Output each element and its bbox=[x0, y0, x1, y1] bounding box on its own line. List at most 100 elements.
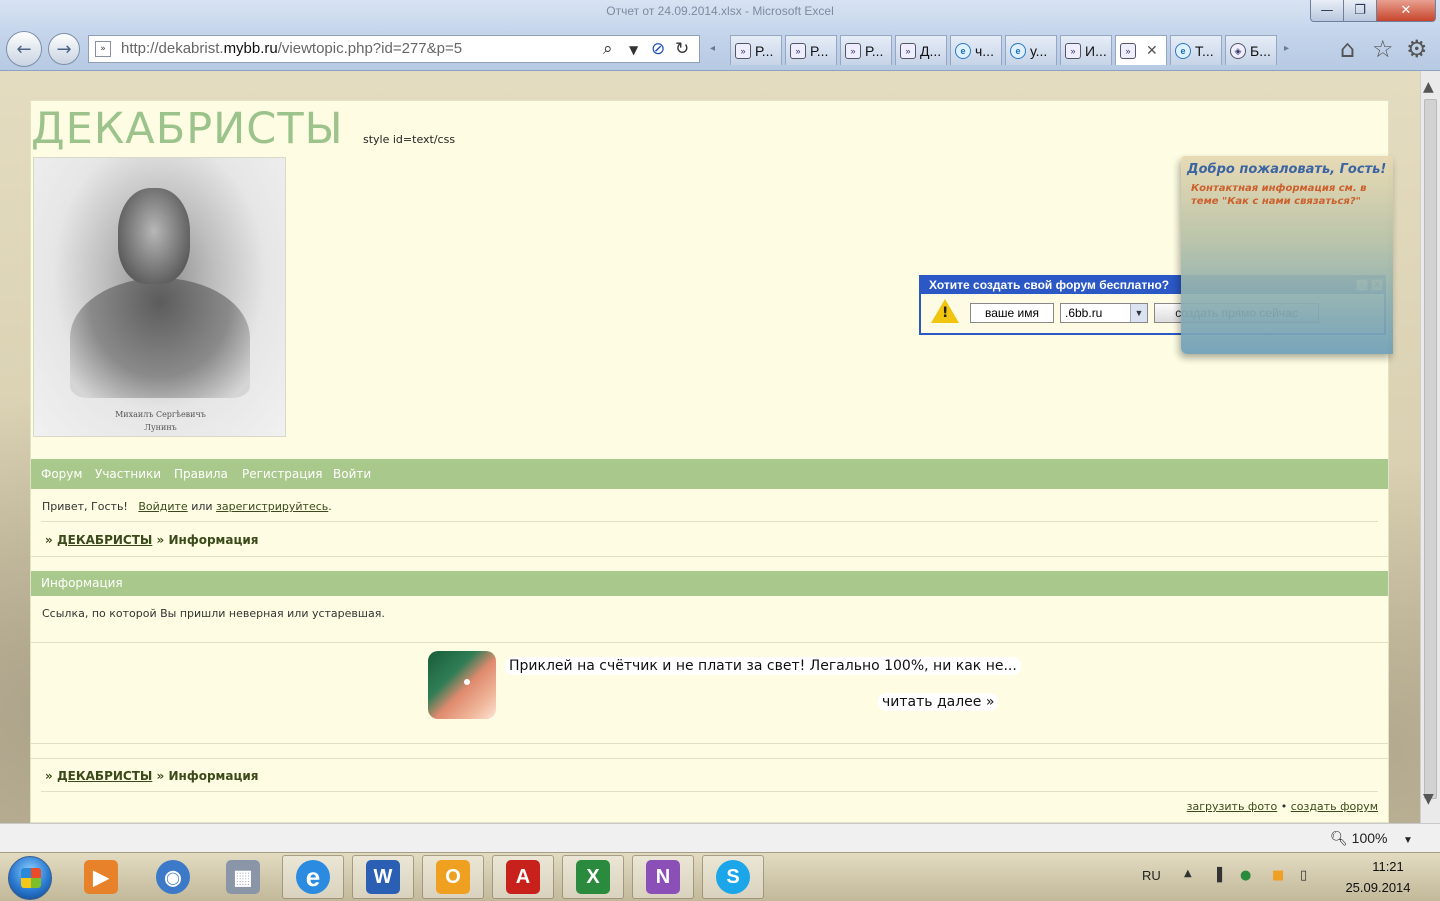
dropdown-arrow-icon[interactable]: ▼ bbox=[629, 43, 638, 57]
nav-members[interactable]: Участники bbox=[95, 467, 161, 481]
url-path: /viewtopic.php?id=277&p=5 bbox=[277, 40, 463, 57]
stop-icon[interactable]: ⊘ bbox=[651, 39, 665, 59]
minimize-button[interactable]: — bbox=[1310, 0, 1344, 22]
excel-icon: X bbox=[576, 860, 610, 894]
nav-login[interactable]: Войти bbox=[333, 467, 371, 481]
taskbar-onenote[interactable]: N bbox=[632, 855, 694, 899]
refresh-icon[interactable]: ↻ bbox=[675, 39, 689, 59]
tab-3[interactable]: » Р... bbox=[840, 35, 892, 65]
crumb-current: Информация bbox=[168, 769, 259, 783]
address-bar[interactable]: » http://dekabrist.mybb.ru/viewtopic.php… bbox=[88, 35, 700, 63]
home-icon[interactable]: ⌂ bbox=[1340, 35, 1355, 63]
scroll-up-icon[interactable]: ▲ bbox=[1423, 79, 1434, 95]
nav-forum[interactable]: Форум bbox=[41, 467, 82, 481]
close-button[interactable]: ✕ bbox=[1376, 0, 1436, 22]
crumb-separator: » bbox=[156, 769, 165, 783]
welcome-title: Добро пожаловать, Гость! bbox=[1187, 162, 1387, 177]
taskbar-media-player[interactable]: ▶ bbox=[70, 855, 132, 899]
upload-photo-link[interactable]: загрузить фото bbox=[1187, 800, 1278, 813]
domain-value: .6bb.ru bbox=[1065, 306, 1103, 320]
tab-4[interactable]: » Д... bbox=[895, 35, 947, 65]
clock-time[interactable]: 11:21 bbox=[1358, 859, 1418, 874]
mybb-icon: » bbox=[845, 42, 861, 59]
show-hidden-icons-icon[interactable]: ▲ bbox=[1184, 868, 1192, 879]
footer-bullet: • bbox=[1280, 800, 1288, 813]
forum-name-input[interactable] bbox=[970, 303, 1054, 323]
zoom-dropdown-icon[interactable]: ▼ bbox=[1403, 835, 1413, 846]
back-button[interactable]: ← bbox=[6, 31, 42, 67]
address-text[interactable]: http://dekabrist.mybb.ru/viewtopic.php?i… bbox=[121, 40, 462, 57]
tab-close-icon[interactable]: ✕ bbox=[1146, 42, 1158, 59]
taskbar-internet-explorer[interactable]: e bbox=[282, 855, 344, 899]
tab-10[interactable]: ◈ Б... bbox=[1225, 35, 1277, 65]
ad-read-more-link[interactable]: читать далее » bbox=[878, 693, 999, 711]
ie-icon: e bbox=[296, 860, 330, 894]
network-signal-icon[interactable]: ▐ bbox=[1212, 868, 1222, 883]
tab-strip: ◂ » Р... » Р... » Р... » Д... e ч... e у... » И… bbox=[710, 35, 1302, 65]
skype-icon: S bbox=[716, 860, 750, 894]
scroll-thumb[interactable] bbox=[1424, 99, 1437, 799]
url-domain: mybb.ru bbox=[223, 40, 278, 57]
taskbar-word[interactable]: W bbox=[352, 855, 414, 899]
tab-1[interactable]: » Р... bbox=[730, 35, 782, 65]
tab-6[interactable]: e у... bbox=[1005, 35, 1057, 65]
start-button[interactable] bbox=[8, 856, 52, 900]
register-link[interactable]: зарегистрируйтесь bbox=[216, 500, 328, 513]
chevron-down-icon[interactable]: ▼ bbox=[1130, 304, 1147, 322]
clock-date[interactable]: 25.09.2014 bbox=[1340, 880, 1416, 895]
nav-rules[interactable]: Правила bbox=[174, 467, 228, 481]
zoom-control[interactable]: 🔍︎ 100% ▼ bbox=[1330, 830, 1413, 847]
acrobat-icon: A bbox=[506, 860, 540, 894]
search-icon[interactable]: ⌕ bbox=[603, 39, 613, 59]
portrait-caption-line2: Лунинъ bbox=[144, 423, 177, 432]
mybb-icon: » bbox=[735, 42, 751, 59]
taskbar-calculator[interactable]: ▦ bbox=[212, 855, 274, 899]
forward-button[interactable]: → bbox=[48, 33, 80, 65]
tab-scroll-left-icon[interactable]: ◂ bbox=[710, 43, 715, 54]
taskbar-skype[interactable]: S bbox=[702, 855, 764, 899]
tab-5[interactable]: e ч... bbox=[950, 35, 1002, 65]
word-icon: W bbox=[366, 860, 400, 894]
taskbar-media-center[interactable]: ◉ bbox=[142, 855, 204, 899]
device-icon[interactable]: ▯ bbox=[1300, 868, 1307, 883]
crumb-root-link[interactable]: ДЕКАБРИСТЫ bbox=[57, 533, 152, 547]
crumb-separator: » bbox=[45, 533, 53, 547]
media-player-icon: ▶ bbox=[84, 860, 118, 894]
or-text: или bbox=[191, 500, 213, 513]
info-message: Ссылка, по которой Вы пришли неверная ил… bbox=[42, 607, 385, 620]
welcome-contact-info[interactable]: Контактная информация см. в теме "Как с … bbox=[1191, 182, 1389, 208]
ad-thumbnail[interactable] bbox=[428, 651, 496, 719]
taskbar-acrobat[interactable]: A bbox=[492, 855, 554, 899]
domain-select[interactable]: .6bb.ru ▼ bbox=[1060, 303, 1148, 323]
mybb-icon: » bbox=[900, 42, 916, 59]
zoom-level: 100% bbox=[1351, 830, 1388, 846]
favorites-star-icon[interactable]: ☆ bbox=[1372, 35, 1394, 63]
period-text: . bbox=[328, 500, 332, 513]
tab-label: Р... bbox=[810, 42, 829, 59]
tab-7[interactable]: » И... bbox=[1060, 35, 1112, 65]
language-indicator[interactable]: RU bbox=[1142, 868, 1161, 883]
tab-9[interactable]: e Т... bbox=[1170, 35, 1222, 65]
scroll-down-icon[interactable]: ▼ bbox=[1423, 791, 1434, 807]
breadcrumb-bottom: » ДЕКАБРИСТЫ » Информация bbox=[45, 769, 258, 783]
nav-register[interactable]: Регистрация bbox=[242, 467, 322, 481]
taskbar-excel[interactable]: X bbox=[562, 855, 624, 899]
tab-label: Т... bbox=[1195, 42, 1214, 59]
tab-8-active[interactable]: » ✕ bbox=[1115, 35, 1167, 65]
antivirus-icon[interactable]: ● bbox=[1240, 868, 1251, 883]
vertical-scrollbar[interactable]: ▲ ▼ bbox=[1420, 71, 1440, 823]
ad-text-link[interactable]: Приклей на счётчик и не плати за свет! Л… bbox=[505, 657, 1021, 675]
tab-2[interactable]: » Р... bbox=[785, 35, 837, 65]
calculator-icon: ▦ bbox=[226, 860, 260, 894]
crumb-root-link[interactable]: ДЕКАБРИСТЫ bbox=[57, 769, 152, 783]
site-title[interactable]: ДЕКАБРИСТЫ bbox=[31, 101, 344, 157]
create-forum-link[interactable]: создать форум bbox=[1291, 800, 1378, 813]
login-link[interactable]: Войдите bbox=[138, 500, 187, 513]
tab-scroll-right-icon[interactable]: ▸ bbox=[1284, 43, 1289, 54]
taskbar-outlook[interactable]: O bbox=[422, 855, 484, 899]
info-heading: Информация bbox=[31, 571, 1388, 596]
onenote-icon: N bbox=[646, 860, 680, 894]
maximize-button[interactable]: ❐ bbox=[1343, 0, 1377, 22]
outlook-tray-icon[interactable]: ■ bbox=[1272, 868, 1284, 883]
gear-icon[interactable]: ⚙ bbox=[1406, 35, 1428, 63]
